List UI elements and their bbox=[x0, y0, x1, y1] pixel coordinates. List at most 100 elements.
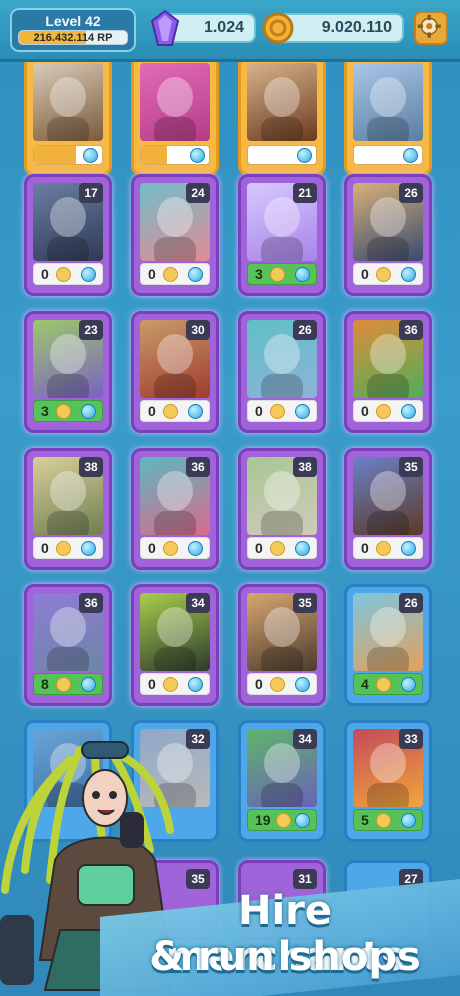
merchant-level-badge: 35 bbox=[399, 457, 423, 477]
merchant-level-badge: 36 bbox=[186, 457, 210, 477]
promo-line-2: & run shops bbox=[149, 934, 421, 980]
gem-icon bbox=[81, 404, 96, 419]
merchant-level-badge: 34 bbox=[293, 729, 317, 749]
merchant-count: 0 bbox=[361, 403, 369, 419]
merchant-card[interactable]: 24 0 bbox=[131, 174, 219, 296]
star-icon bbox=[376, 677, 391, 692]
level-panel[interactable]: Level 42 216.432.114 RP bbox=[10, 8, 136, 52]
merchant-card[interactable]: 36 0 bbox=[131, 448, 219, 570]
merchant-level-badge: 26 bbox=[399, 183, 423, 203]
merchant-card[interactable]: 23 3 bbox=[24, 311, 112, 433]
merchant-stat-bar: 0 bbox=[353, 263, 423, 285]
merchant-stat-bar: 0 bbox=[247, 673, 317, 695]
merchant-card[interactable] bbox=[344, 54, 432, 176]
gear-icon bbox=[417, 14, 441, 38]
star-icon bbox=[270, 267, 285, 282]
merchant-card[interactable]: 33 5 bbox=[344, 720, 432, 842]
character-portrait-icon bbox=[47, 77, 89, 141]
merchant-level-badge: 21 bbox=[293, 183, 317, 203]
merchant-progress-bar bbox=[247, 145, 317, 165]
gem-icon bbox=[295, 541, 310, 556]
merchant-count: 0 bbox=[148, 403, 156, 419]
merchant-stat-bar: 0 bbox=[140, 537, 210, 559]
merchant-card[interactable]: 21 3 bbox=[238, 174, 326, 296]
merchant-card[interactable] bbox=[238, 54, 326, 176]
gem-icon bbox=[295, 813, 310, 828]
character-portrait-icon bbox=[367, 77, 409, 141]
merchant-card[interactable] bbox=[131, 54, 219, 176]
merchant-stat-bar: 0 bbox=[353, 400, 423, 422]
merchant-card[interactable]: 26 0 bbox=[238, 311, 326, 433]
merchant-card[interactable]: 38 0 bbox=[238, 448, 326, 570]
gem-icon bbox=[403, 148, 418, 163]
merchant-count: 19 bbox=[255, 812, 271, 828]
merchant-card[interactable]: 35 0 bbox=[238, 584, 326, 706]
merchant-card[interactable]: 34 0 bbox=[131, 584, 219, 706]
merchant-stat-bar: 19 bbox=[247, 809, 317, 831]
star-icon bbox=[56, 404, 71, 419]
merchant-stat-bar: 0 bbox=[247, 400, 317, 422]
star-icon bbox=[376, 813, 391, 828]
merchant-portrait bbox=[353, 63, 423, 141]
merchant-progress-bar bbox=[33, 145, 103, 165]
merchant-count: 0 bbox=[148, 540, 156, 556]
coins-counter[interactable]: 9.020.110 bbox=[262, 12, 404, 44]
purple-crystal-icon bbox=[150, 9, 180, 46]
merchant-card[interactable]: 26 4 bbox=[344, 584, 432, 706]
merchant-level-badge: 33 bbox=[399, 729, 423, 749]
star-icon bbox=[163, 267, 178, 282]
merchant-stat-bar: 0 bbox=[353, 537, 423, 559]
star-icon bbox=[270, 404, 285, 419]
merchant-level-badge: 17 bbox=[79, 183, 103, 203]
merchant-card[interactable]: 30 0 bbox=[131, 311, 219, 433]
coins-value: 9.020.110 bbox=[321, 19, 392, 36]
merchant-level-badge: 38 bbox=[293, 457, 317, 477]
gem-icon bbox=[188, 677, 203, 692]
merchant-count: 0 bbox=[41, 266, 49, 282]
merchant-count: 0 bbox=[148, 676, 156, 692]
star-icon bbox=[56, 541, 71, 556]
merchant-level-badge: 23 bbox=[79, 320, 103, 340]
gem-icon bbox=[295, 677, 310, 692]
merchant-card[interactable]: 17 0 bbox=[24, 174, 112, 296]
merchant-level-badge: 35 bbox=[293, 593, 317, 613]
merchant-progress-fill bbox=[34, 146, 77, 164]
gem-icon bbox=[188, 404, 203, 419]
merchant-level-badge: 36 bbox=[399, 320, 423, 340]
gems-value: 1.024 bbox=[203, 19, 244, 36]
gem-icon bbox=[190, 148, 205, 163]
merchant-count: 0 bbox=[361, 540, 369, 556]
level-label: Level 42 bbox=[45, 13, 101, 29]
merchant-stat-bar: 5 bbox=[353, 809, 423, 831]
character-portrait-icon bbox=[261, 77, 303, 141]
star-icon bbox=[163, 541, 178, 556]
merchant-count: 0 bbox=[255, 676, 263, 692]
merchant-card[interactable]: 36 8 bbox=[24, 584, 112, 706]
merchant-stat-bar: 0 bbox=[140, 263, 210, 285]
merchant-card[interactable]: 34 19 bbox=[238, 720, 326, 842]
gem-icon bbox=[401, 404, 416, 419]
gem-icon bbox=[401, 267, 416, 282]
gem-icon bbox=[401, 541, 416, 556]
merchant-card[interactable]: 26 0 bbox=[344, 174, 432, 296]
merchant-level-badge: 26 bbox=[293, 320, 317, 340]
merchant-count: 5 bbox=[361, 812, 369, 828]
gem-icon bbox=[297, 148, 312, 163]
merchant-progress-bar bbox=[353, 145, 423, 165]
merchant-stat-bar: 3 bbox=[33, 400, 103, 422]
merchant-card[interactable]: 36 0 bbox=[344, 311, 432, 433]
star-icon bbox=[163, 677, 178, 692]
gems-counter[interactable]: 1.024 bbox=[150, 9, 256, 46]
merchant-card[interactable] bbox=[24, 54, 112, 176]
gem-icon bbox=[81, 677, 96, 692]
merchant-count: 4 bbox=[361, 676, 369, 692]
merchant-level-badge: 30 bbox=[186, 320, 210, 340]
star-icon bbox=[56, 267, 71, 282]
gem-icon bbox=[295, 404, 310, 419]
merchant-count: 0 bbox=[255, 403, 263, 419]
merchant-card[interactable]: 35 0 bbox=[344, 448, 432, 570]
settings-button[interactable] bbox=[414, 11, 448, 45]
merchant-stat-bar: 8 bbox=[33, 673, 103, 695]
star-icon bbox=[56, 677, 71, 692]
merchant-card[interactable]: 38 0 bbox=[24, 448, 112, 570]
